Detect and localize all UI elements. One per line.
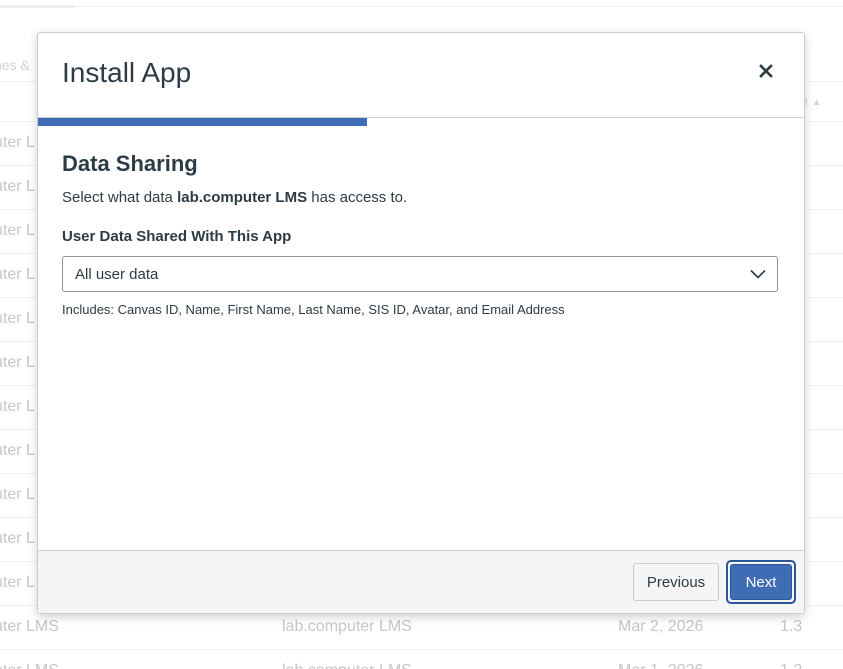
chevron-down-icon: [750, 269, 766, 279]
modal-header: Install App: [38, 33, 804, 118]
user-data-field-label: User Data Shared With This App: [62, 228, 292, 245]
wizard-progress-bar: [38, 118, 804, 126]
previous-button[interactable]: Previous: [633, 563, 719, 601]
description-suffix: has access to.: [307, 189, 408, 206]
modal-title: Install App: [62, 57, 192, 88]
user-data-select[interactable]: All user data: [62, 256, 778, 292]
install-app-modal: Install App Data Sharing Select what dat…: [37, 32, 805, 614]
user-data-select-value: All user data: [75, 266, 159, 283]
close-icon: [759, 64, 773, 78]
modal-body: Data Sharing Select what data lab.comput…: [62, 151, 780, 317]
user-data-field-hint: Includes: Canvas ID, Name, First Name, L…: [62, 302, 565, 317]
close-button[interactable]: [752, 57, 780, 85]
app-name: lab.computer LMS: [177, 189, 308, 206]
section-title: Data Sharing: [62, 151, 198, 176]
modal-footer: Previous Next: [38, 550, 804, 613]
description-prefix: Select what data: [62, 189, 178, 206]
wizard-progress-fill: [38, 118, 368, 126]
next-button[interactable]: Next: [730, 564, 792, 600]
section-description: Select what data lab.computer LMS has ac…: [62, 189, 780, 206]
